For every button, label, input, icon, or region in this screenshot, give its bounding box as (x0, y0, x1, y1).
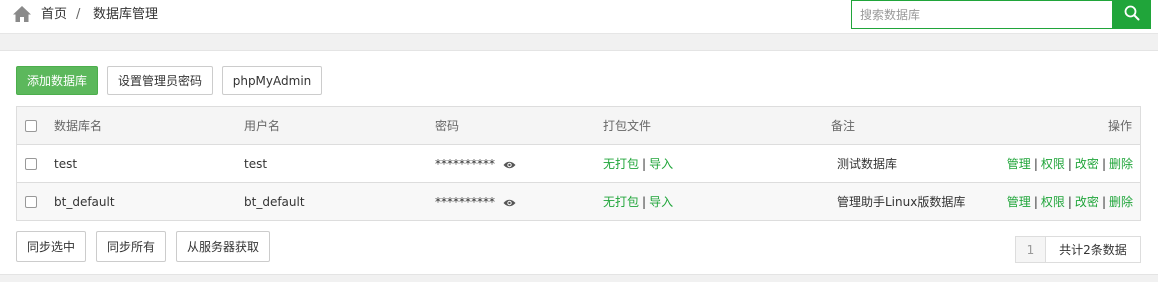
search-input[interactable] (852, 1, 1112, 28)
manage-link[interactable]: 管理 (1007, 193, 1031, 210)
backup-link[interactable]: 无打包 (603, 193, 639, 210)
breadcrumb-separator: / (76, 7, 81, 22)
table-row: bt_default bt_default ********** 无打包 | 导… (17, 183, 1140, 220)
change-password-link[interactable]: 改密 (1075, 155, 1099, 172)
search-button[interactable] (1112, 0, 1151, 29)
home-icon[interactable] (12, 5, 32, 23)
table-header: 数据库名 用户名 密码 打包文件 备注 操作 (17, 107, 1140, 145)
breadcrumb-home[interactable]: 首页 (41, 6, 67, 23)
backup-cell: 无打包 | 导入 (603, 193, 674, 210)
db-user: test (244, 156, 268, 171)
add-database-button[interactable]: 添加数据库 (16, 66, 98, 95)
select-all-checkbox[interactable] (25, 119, 37, 132)
header-name: 数据库名 (54, 119, 103, 133)
set-root-password-button[interactable]: 设置管理员密码 (107, 66, 213, 95)
db-name: bt_default (54, 194, 115, 209)
sync-selected-button[interactable]: 同步选中 (16, 231, 86, 262)
permission-link[interactable]: 权限 (1041, 155, 1065, 172)
header-user: 用户名 (244, 119, 281, 133)
pagination-total: 共计2条数据 (1045, 236, 1141, 263)
db-password: ********** (435, 194, 495, 209)
breadcrumb-current: 数据库管理 (93, 7, 159, 22)
db-name: test (54, 156, 78, 171)
backup-cell: 无打包 | 导入 (603, 155, 674, 172)
table-row: test test ********** 无打包 | 导入 测试数据库 管理 |… (17, 145, 1140, 183)
pagination-current-page[interactable]: 1 (1015, 236, 1046, 263)
header-remark: 备注 (831, 119, 856, 133)
import-link[interactable]: 导入 (649, 193, 673, 210)
row-checkbox[interactable] (25, 157, 37, 170)
row-checkbox[interactable] (25, 195, 37, 208)
phpmyadmin-button[interactable]: phpMyAdmin (222, 66, 322, 95)
password-cell: ********** (435, 145, 516, 182)
delete-link[interactable]: 删除 (1109, 193, 1133, 210)
password-cell: ********** (435, 183, 516, 220)
eye-icon[interactable] (503, 159, 516, 169)
db-remark[interactable]: 管理助手Linux版数据库 (837, 183, 965, 220)
actions-cell: 管理 | 权限 | 改密 | 删除 (1006, 155, 1133, 172)
select-all-cell (25, 107, 37, 144)
top-bar: 首页 / 数据库管理 (0, 0, 1158, 34)
database-table: 数据库名 用户名 密码 打包文件 备注 操作 test test *******… (16, 106, 1141, 221)
db-password: ********** (435, 156, 495, 171)
fetch-from-server-button[interactable]: 从服务器获取 (176, 231, 270, 262)
db-user: bt_default (244, 194, 305, 209)
manage-link[interactable]: 管理 (1007, 155, 1031, 172)
actions-cell: 管理 | 权限 | 改密 | 删除 (1006, 193, 1133, 210)
header-backup: 打包文件 (603, 119, 652, 133)
db-remark[interactable]: 测试数据库 (837, 145, 897, 182)
backup-link[interactable]: 无打包 (603, 155, 639, 172)
delete-link[interactable]: 删除 (1109, 155, 1133, 172)
change-password-link[interactable]: 改密 (1075, 193, 1099, 210)
header-password: 密码 (435, 119, 460, 133)
search-box (851, 0, 1113, 29)
database-panel: 添加数据库 设置管理员密码 phpMyAdmin 数据库名 用户名 密码 打包文… (0, 50, 1158, 275)
permission-link[interactable]: 权限 (1041, 193, 1065, 210)
eye-icon[interactable] (503, 197, 516, 207)
import-link[interactable]: 导入 (649, 155, 673, 172)
header-actions: 操作 (1107, 119, 1132, 133)
search-icon (1124, 5, 1140, 24)
sync-all-button[interactable]: 同步所有 (96, 231, 166, 262)
